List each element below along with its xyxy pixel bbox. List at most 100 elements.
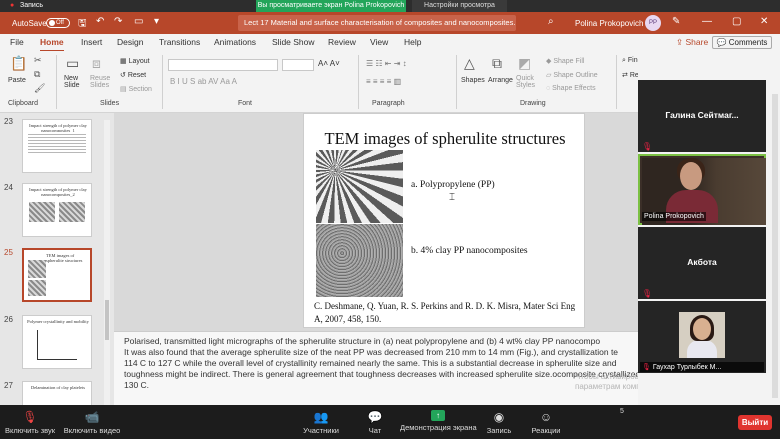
label-clay-nanocomposite[interactable]: b. 4% clay PP nanocomposites (411, 246, 528, 256)
video-person-body (687, 340, 717, 358)
view-settings-button[interactable]: Настройки просмотра (412, 0, 507, 12)
unmute-button[interactable]: 🎙 Включить звук (4, 405, 56, 439)
font-format-controls[interactable]: B I U S ab AV Aa A (170, 77, 237, 86)
slide-title[interactable]: TEM images of spherulite structures (320, 129, 570, 149)
quick-styles-label[interactable]: Quick Styles (516, 75, 540, 89)
tab-slide-show[interactable]: Slide Show (272, 37, 315, 47)
thumbnails-scrollbar-handle[interactable] (105, 300, 109, 340)
maximize-icon[interactable]: ▢ (732, 16, 741, 27)
leave-meeting-button[interactable]: Выйти (738, 415, 772, 430)
search-icon[interactable]: ⌕ (548, 16, 554, 27)
record-button[interactable]: ◉ Запись (482, 405, 516, 439)
ribbon-divider (616, 55, 617, 109)
customize-toolbar-icon[interactable]: ▾ (154, 16, 159, 27)
share-screen-label: Демонстрация экрана (400, 423, 477, 432)
new-slide-icon[interactable]: ▭ (66, 55, 79, 72)
share-screen-button[interactable]: ↑ Демонстрация экрана (400, 405, 477, 439)
tab-file[interactable]: File (10, 37, 24, 47)
drawing-group-label: Drawing (520, 100, 546, 107)
participant-name: Галина Сейтмаг... (665, 110, 739, 120)
tab-review[interactable]: Review (328, 37, 356, 47)
thumbnail-slide-27[interactable]: Delamination of clay platelets (22, 381, 92, 405)
close-icon[interactable]: ✕ (760, 16, 768, 27)
reuse-slides-icon[interactable]: ⧈ (92, 55, 101, 72)
mouse-cursor-icon: ⌶ (449, 192, 455, 203)
copy-icon[interactable]: ⧉ (34, 69, 40, 80)
list-controls[interactable]: ☰ ☷ ⇤ ⇥ ↕ (366, 59, 407, 68)
thumbnail-slide-24[interactable]: Impact strength of polymer clay nanocomp… (22, 183, 92, 237)
clipboard-group-label: Clipboard (8, 100, 38, 107)
font-size-field[interactable] (282, 59, 314, 71)
thumbnail-image (28, 260, 46, 278)
participant-tile-3[interactable]: Акбота 🎙 (638, 227, 766, 299)
thumbnail-slide-23[interactable]: Impact strength of polymer clay nanocomp… (22, 119, 92, 173)
alignment-controls[interactable]: ≡ ≡ ≡ ≡ ▥ (366, 77, 401, 86)
pen-icon[interactable]: ✎ (672, 16, 680, 27)
save-icon[interactable]: 🖫 (78, 16, 87, 33)
comments-button[interactable]: 💬 Comments (712, 36, 772, 49)
shapes-label[interactable]: Shapes (461, 77, 485, 84)
slides-group-label: Slides (100, 100, 120, 107)
tab-help[interactable]: Help (404, 37, 421, 47)
font-name-field[interactable] (168, 59, 278, 71)
chat-button[interactable]: 💬 Чат (360, 405, 390, 439)
reset-button[interactable]: ↺ Reset (120, 71, 146, 79)
start-video-button[interactable]: 📹 Включить видео (62, 405, 122, 439)
thumbnail-title: Delamination of clay platelets (30, 385, 86, 390)
autosave-toggle[interactable]: Off (46, 18, 70, 28)
label-polypropylene[interactable]: a. Polypropylene (PP) (411, 180, 495, 190)
document-title[interactable]: Lect 17 Material and surface characteris… (238, 15, 516, 31)
shapes-icon[interactable]: △ (464, 55, 475, 72)
smiley-icon: ☺ (539, 410, 553, 424)
tem-image-clay-nanocomposite[interactable] (316, 224, 403, 297)
share-button[interactable]: ⇪ Share (676, 37, 708, 48)
tab-home[interactable]: Home (40, 37, 64, 52)
account-name[interactable]: Polina Prokopovich (575, 19, 643, 28)
cut-icon[interactable]: ✂ (34, 55, 42, 66)
tab-transitions[interactable]: Transitions (159, 37, 200, 47)
paste-icon[interactable]: 📋 (10, 55, 27, 72)
shape-outline-button[interactable]: ▱ Shape Outline (546, 71, 598, 79)
shape-effects-button[interactable]: ◌ Shape Effects (546, 85, 596, 92)
layout-button[interactable]: ▦ Layout (120, 57, 150, 65)
viewing-screen-notice[interactable]: Вы просматриваете экран Polina Prokopovi… (256, 0, 406, 12)
tab-insert[interactable]: Insert (81, 37, 102, 47)
slide-citation[interactable]: C. Deshmane, Q. Yuan, R. S. Perkins and … (314, 300, 582, 326)
paste-label[interactable]: Paste (8, 77, 26, 84)
thumbnail-slide-26[interactable]: Polymer crystallinity and mobility (22, 315, 92, 369)
home-ribbon: 📋 Paste ✂ ⧉ 🖌 Clipboard ▭ New Slide ⧈ Re… (0, 51, 656, 113)
participant-tile-1[interactable]: Галина Сейтмаг... 🎙 (638, 80, 766, 152)
participants-scrollbar[interactable] (772, 94, 778, 398)
new-slide-label[interactable]: New Slide (64, 75, 84, 89)
format-painter-icon[interactable]: 🖌 (34, 83, 45, 94)
participant-video-small[interactable] (679, 312, 725, 358)
reuse-slides-label[interactable]: Reuse Slides (90, 75, 112, 89)
thumbnail-slide-25-selected[interactable]: TEM images of spherulite structures (22, 248, 92, 302)
font-size-controls[interactable]: A˄ A˅ (318, 59, 340, 68)
thumbnail-text-lines (28, 132, 86, 154)
ribbon-tabs: File Home Insert Design Transitions Anim… (0, 34, 780, 52)
section-label: Section (128, 86, 152, 93)
participant-video-active-speaker[interactable]: Polina Prokopovich (638, 154, 766, 225)
tab-animations[interactable]: Animations (214, 37, 256, 47)
arrange-label[interactable]: Arrange (488, 77, 513, 84)
tab-view[interactable]: View (370, 37, 388, 47)
thumbnail-number: 24 (4, 183, 13, 192)
thumbnail-title: Polymer crystallinity and mobility (27, 319, 89, 324)
undo-icon[interactable]: ↶ (96, 16, 104, 27)
ribbon-divider (162, 55, 163, 109)
participants-button[interactable]: 👥 Участники 5 (296, 405, 624, 439)
speaker-notes-text[interactable]: Polarised, transmitted light micrographs… (124, 336, 652, 391)
minimize-icon[interactable]: — (702, 16, 712, 27)
redo-icon[interactable]: ↷ (114, 16, 122, 27)
avatar[interactable]: PP (645, 15, 661, 31)
tab-design[interactable]: Design (117, 37, 143, 47)
tem-image-polypropylene[interactable] (316, 150, 403, 223)
reactions-button[interactable]: ☺ Реакции (526, 405, 566, 439)
slideshow-from-start-icon[interactable]: ▭ (134, 16, 143, 27)
arrange-icon[interactable]: ⧉ (492, 55, 502, 72)
section-button[interactable]: ▤ Section (120, 85, 152, 93)
quick-styles-icon[interactable]: ◩ (518, 55, 531, 72)
thumbnails-scrollbar[interactable] (104, 120, 110, 405)
shape-fill-button[interactable]: ◆ Shape Fill (546, 57, 584, 65)
